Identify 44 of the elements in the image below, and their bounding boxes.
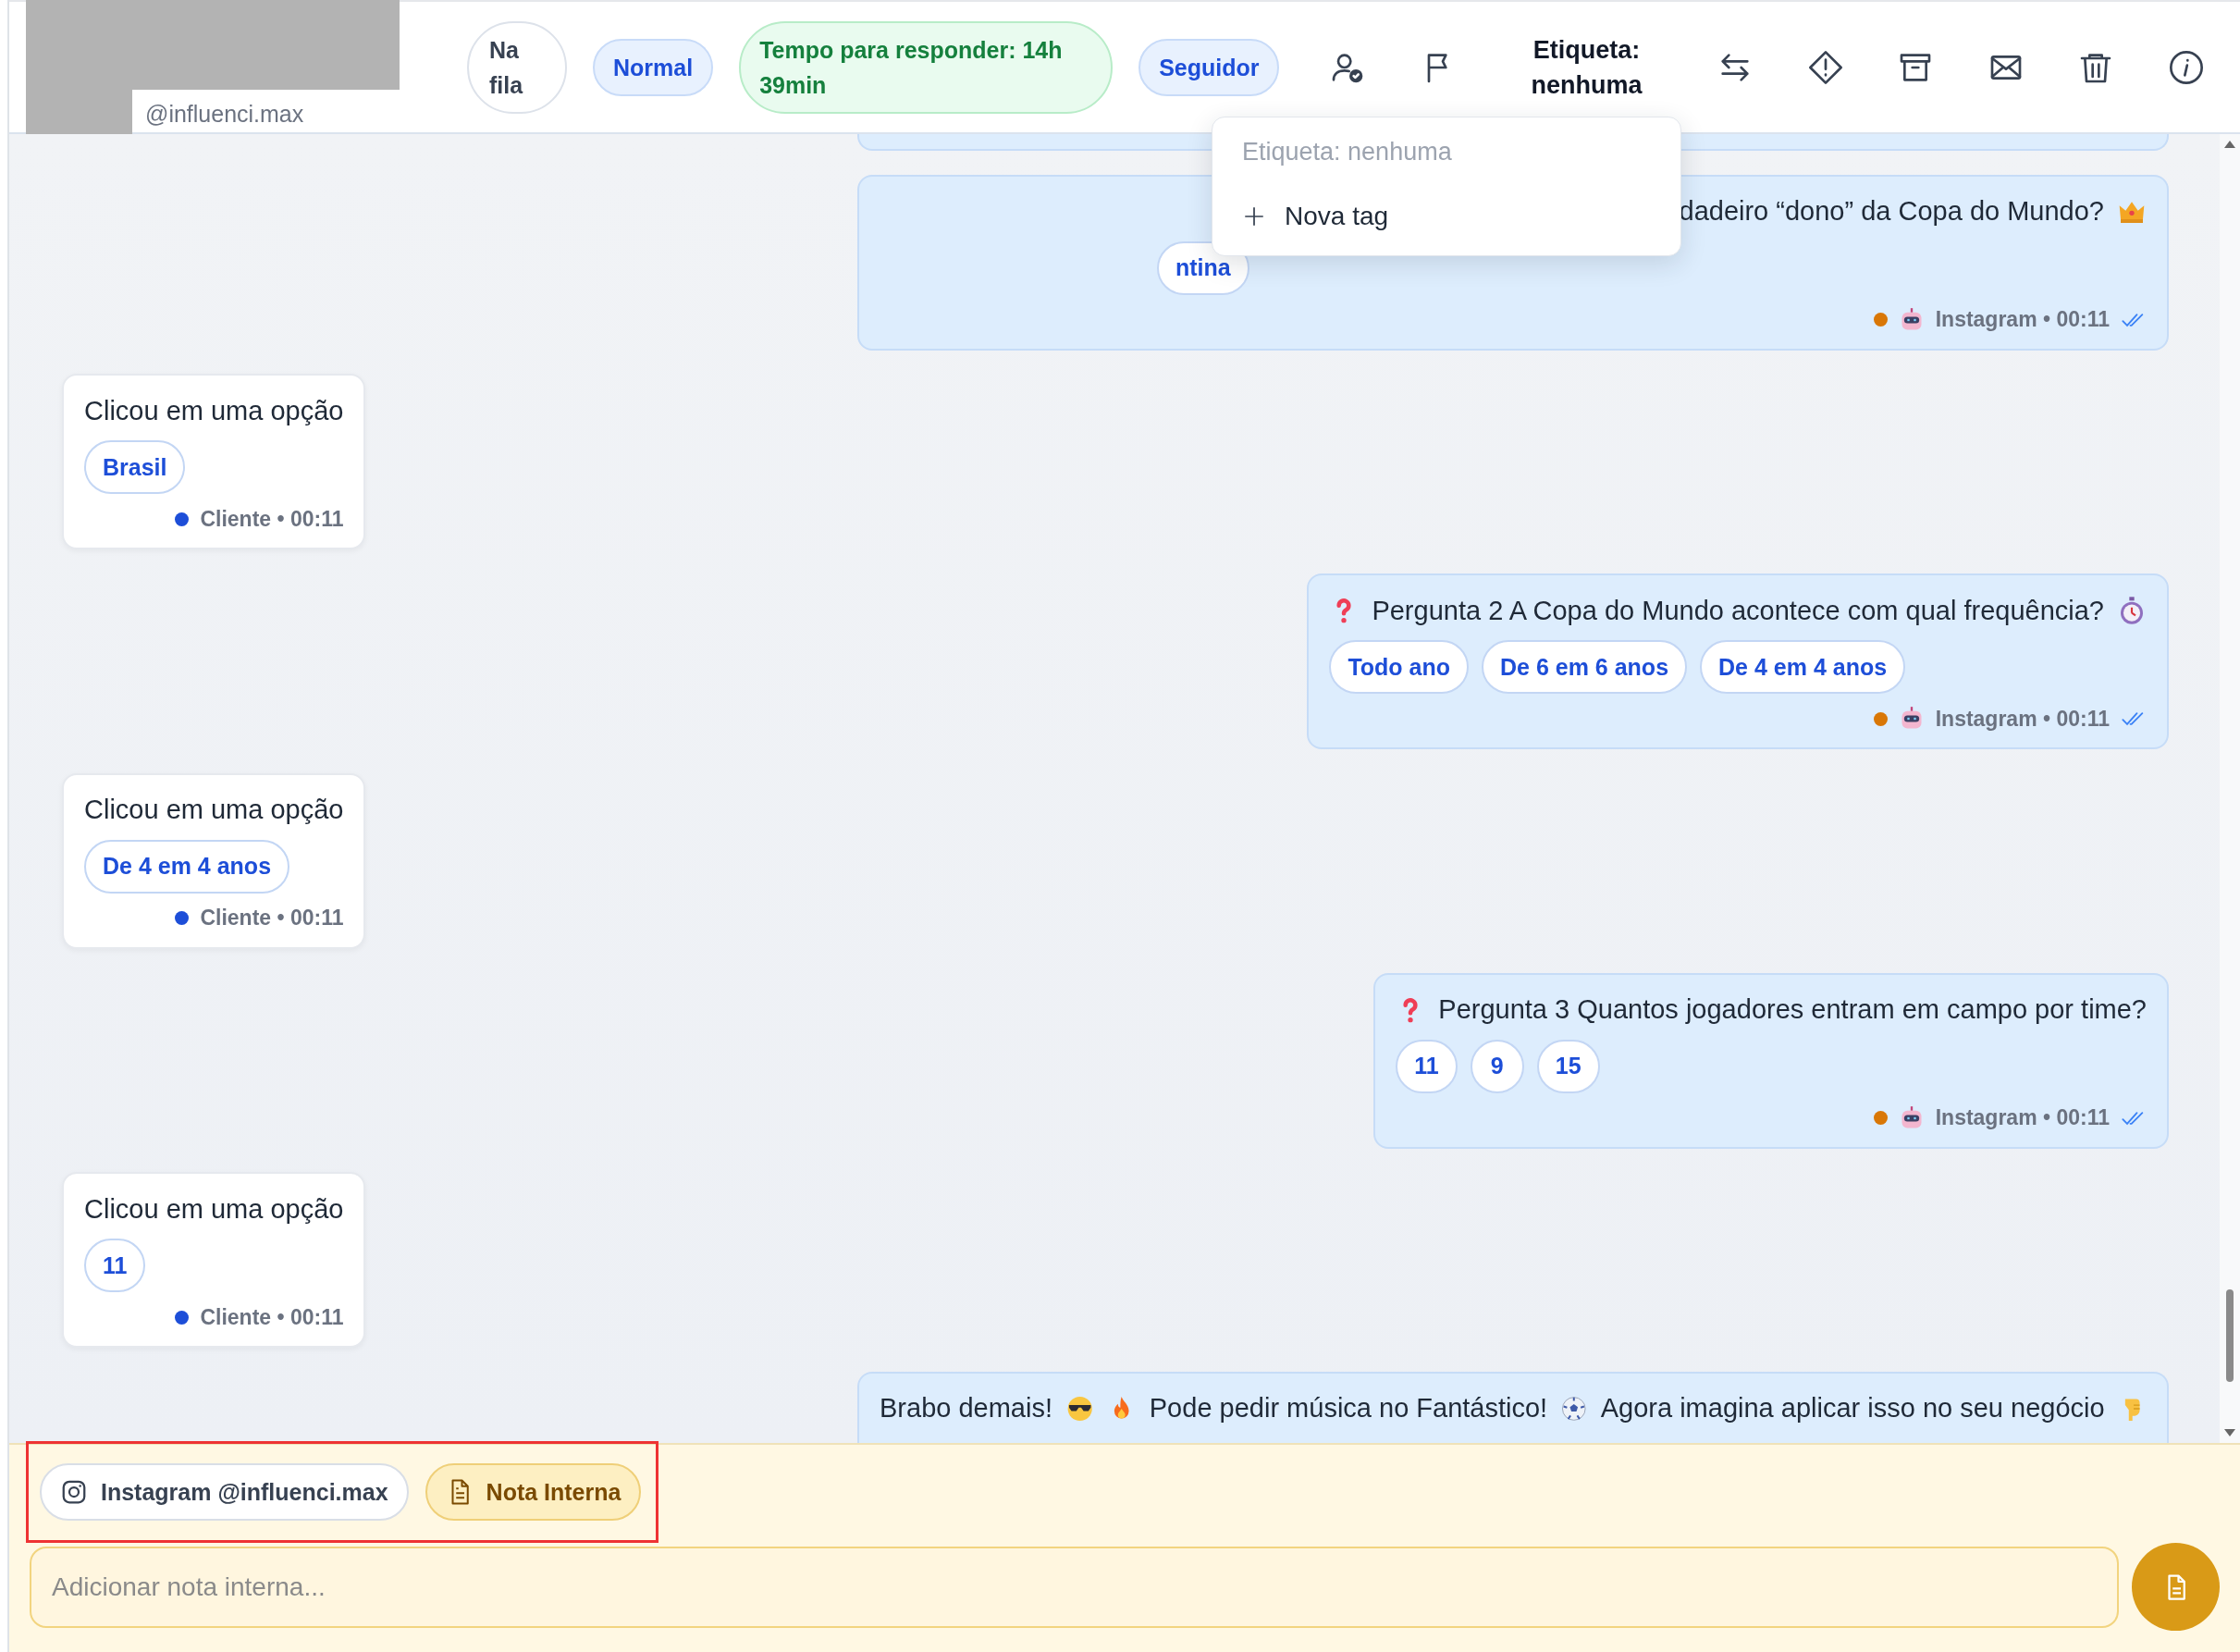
message-text: Clicou em uma opção [84, 395, 344, 426]
camera-icon [60, 1478, 88, 1506]
menu-item-label: Nova tag [1285, 202, 1389, 231]
message-text: Agora imagina aplicar isso no seu negócio [1600, 1393, 2105, 1424]
message-meta: Cliente • 00:11 [200, 1304, 344, 1330]
plus-icon [1242, 204, 1266, 228]
channel-chip[interactable]: Nota Interna [425, 1463, 642, 1521]
message-text: Clicou em uma opção [84, 795, 344, 826]
status-badge: Normal [593, 38, 714, 96]
scroll-thumb[interactable] [2226, 1289, 2234, 1382]
status-badge: Tempo para responder: 14h 39min [739, 20, 1114, 114]
scroll-up-arrow-icon[interactable] [2223, 140, 2236, 149]
message-meta: Instagram • 00:11 [1935, 706, 2110, 732]
option-chip[interactable]: De 6 em 6 anos [1482, 640, 1688, 695]
message-text: Brabo demais! [880, 1393, 1052, 1424]
status-badge: Seguidor [1138, 38, 1280, 96]
option-chip[interactable]: 11 [1396, 1039, 1458, 1093]
message-text: Clicou em uma opção [84, 1193, 344, 1225]
status-badge: Na fila [467, 20, 567, 114]
option-chip[interactable]: 9 [1470, 1039, 1524, 1093]
channel-chip[interactable]: Instagram @influenci.max [40, 1463, 409, 1521]
message-meta: Instagram • 00:11 [1935, 1105, 2110, 1130]
message-text: Pergunta 2 A Copa do Mundo acontece com qual frequência? [1372, 595, 2104, 626]
option-chip[interactable]: De 4 em 4 anos [1700, 640, 1906, 695]
message-meta: Instagram • 00:11 [1935, 307, 2110, 333]
note-input[interactable]: Adicionar nota interna... [30, 1546, 2119, 1628]
message-meta: Cliente • 00:11 [200, 906, 344, 931]
option-chip[interactable]: De 4 em 4 anos [84, 839, 290, 894]
menu-item[interactable]: Nova tag [1212, 192, 1419, 240]
tag-button[interactable]: Etiqueta: nenhuma [1508, 31, 1666, 103]
option-chip[interactable]: 11 [84, 1239, 146, 1293]
message-text: Pode pedir música no Fantástico! [1149, 1393, 1548, 1424]
option-chip[interactable]: 15 [1536, 1039, 1600, 1093]
option-chip[interactable]: Brasil [84, 440, 186, 495]
contact-handle: @influenci.max [144, 100, 305, 128]
scroll-down-arrow-icon[interactable] [2223, 1428, 2236, 1437]
message-meta: Cliente • 00:11 [200, 506, 344, 532]
info-icon [2168, 48, 2205, 86]
option-chip[interactable]: Todo ano [1329, 640, 1469, 695]
menu-title: Etiqueta: nenhuma [1241, 138, 1453, 167]
message-text: Pergunta 3 Quantos jogadores entram em campo por time? [1438, 994, 2147, 1025]
diamond-alert-icon [1806, 48, 1844, 86]
scrollbar[interactable] [2220, 134, 2240, 1443]
message-text: dadeiro “dono” da Copa do Mundo? [1679, 196, 2104, 228]
